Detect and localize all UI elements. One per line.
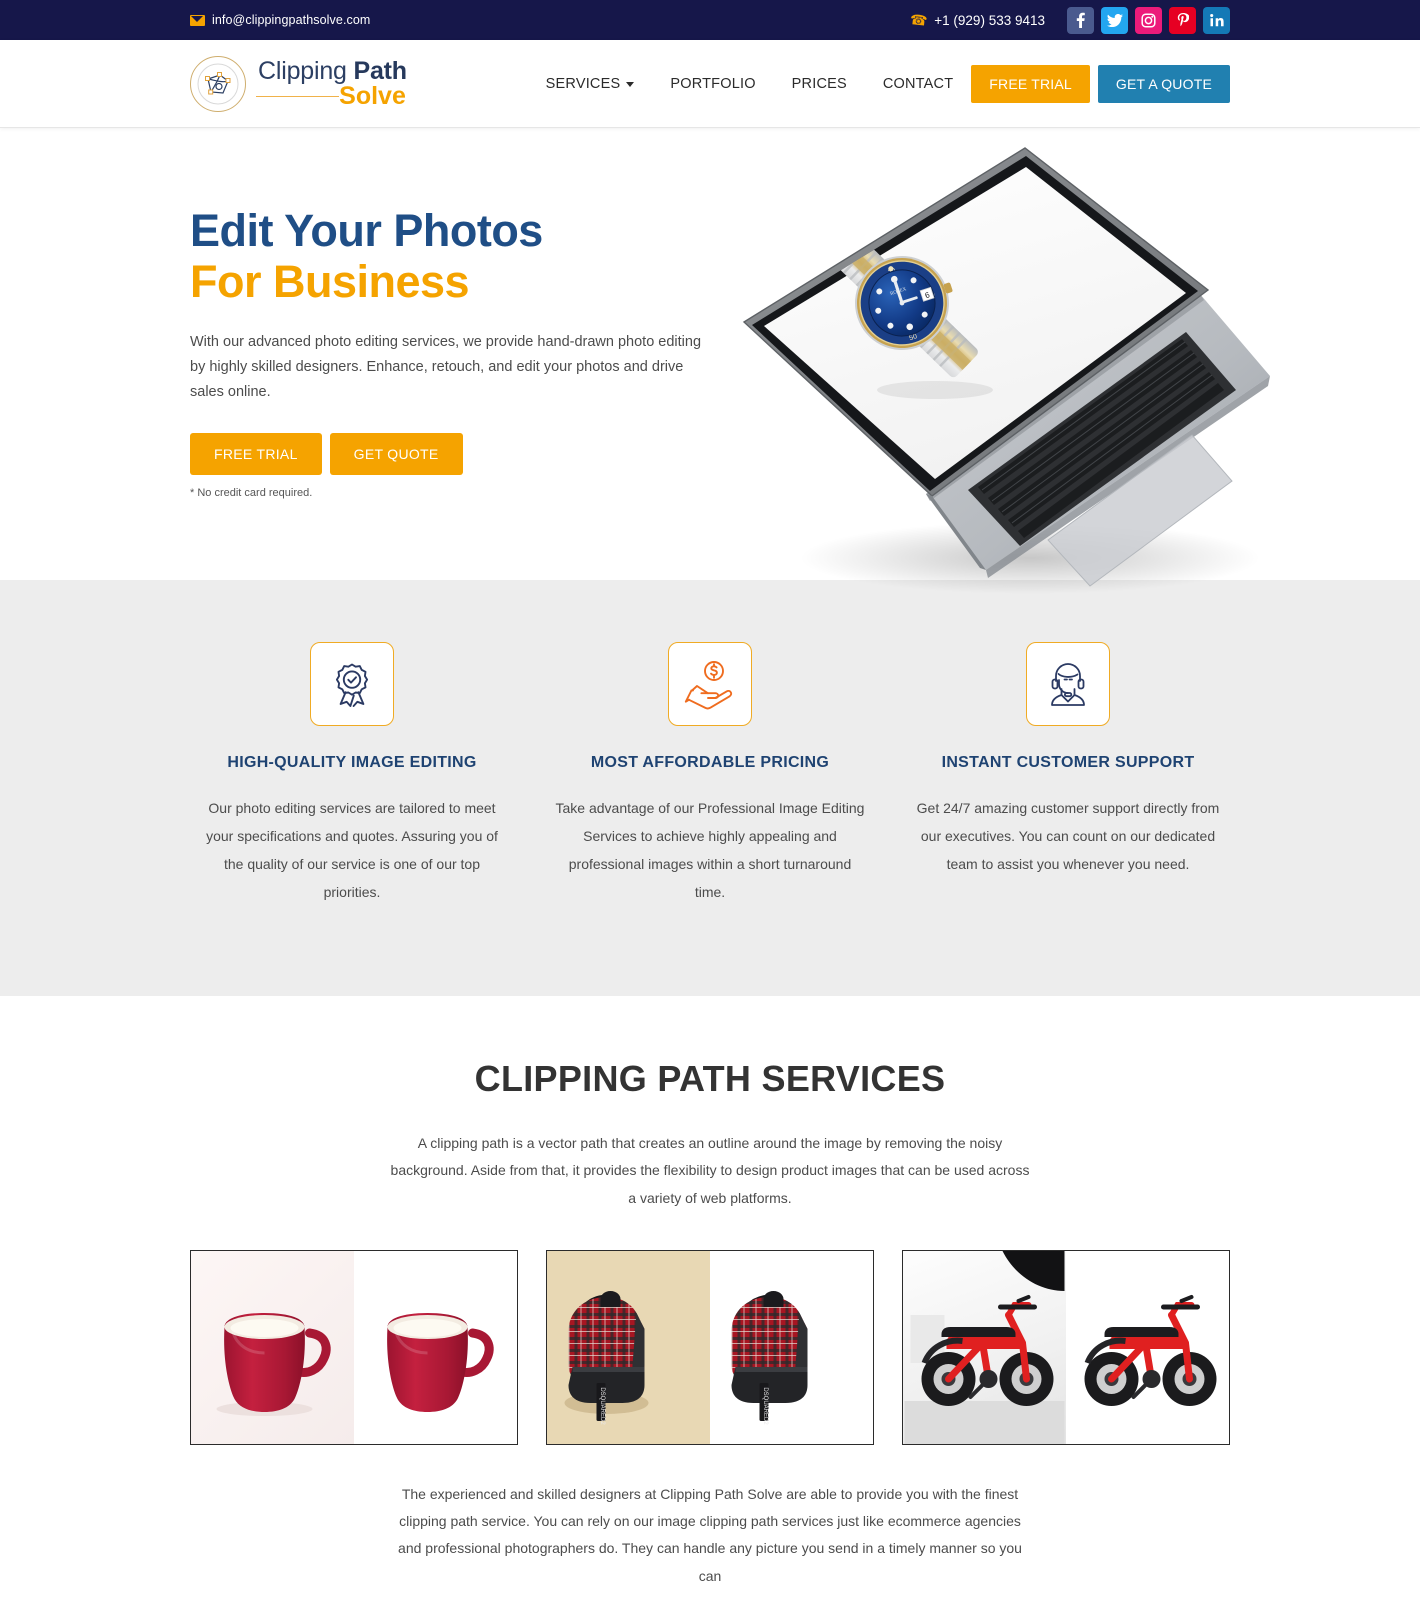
header-free-trial-button[interactable]: FREE TRIAL bbox=[971, 64, 1090, 103]
nav-label-contact: CONTACT bbox=[882, 75, 954, 92]
nav-label-prices: PRICES bbox=[791, 75, 847, 92]
facebook-icon[interactable] bbox=[1067, 6, 1094, 34]
red-ebike-before-image bbox=[903, 1250, 1066, 1444]
feature-text: Get 24/7 amazing customer support direct… bbox=[916, 800, 1220, 872]
hero-free-trial-button[interactable]: FREE TRIAL bbox=[190, 432, 322, 475]
red-ebike-after-image bbox=[1066, 1250, 1229, 1444]
red-mug-after-image bbox=[354, 1250, 517, 1444]
hero-cta-group: FREE TRIAL GET QUOTE bbox=[190, 432, 730, 475]
landing-page: info@clippingpathsolve.com ☎ +1 (929) 53… bbox=[0, 0, 1420, 1600]
headset-support-agent-icon bbox=[1026, 642, 1110, 726]
hero-heading-line2: For Business bbox=[190, 255, 470, 307]
hand-with-coin-icon bbox=[668, 642, 752, 726]
nav-item-prices[interactable]: PRICES bbox=[774, 66, 865, 102]
logo-line-2: Solve bbox=[256, 81, 407, 110]
hero-laptop-image: 20 30 50 10 bbox=[730, 138, 1290, 608]
hero-heading: Edit Your Photos For Business bbox=[190, 205, 730, 308]
top-contact-bar: info@clippingpathsolve.com ☎ +1 (929) 53… bbox=[0, 0, 1420, 40]
gallery-card-plaid-backpack[interactable]: DSQUARED2 DSQUARED2 bbox=[546, 1249, 874, 1445]
hero-section: Edit Your Photos For Business With our a… bbox=[0, 128, 1420, 594]
header-get-a-quote-button[interactable]: GET A QUOTE bbox=[1097, 64, 1230, 103]
social-links bbox=[1067, 6, 1230, 34]
pinterest-icon[interactable] bbox=[1169, 6, 1196, 34]
hero-paragraph: With our advanced photo editing services… bbox=[190, 333, 702, 400]
topbar-email-block[interactable]: info@clippingpathsolve.com bbox=[190, 13, 370, 27]
logo-rule bbox=[256, 95, 339, 97]
instagram-icon[interactable] bbox=[1135, 6, 1162, 34]
hero-copy: Edit Your Photos For Business With our a… bbox=[190, 128, 730, 499]
feature-title: HIGH-QUALITY IMAGE EDITING bbox=[227, 754, 477, 771]
hero-note: * No credit card required. bbox=[190, 486, 313, 499]
red-mug-before-image bbox=[191, 1250, 354, 1444]
nav-label-portfolio: PORTFOLIO bbox=[670, 75, 756, 92]
nav-label-services: SERVICES bbox=[545, 75, 621, 92]
feature-title: MOST AFFORDABLE PRICING bbox=[590, 754, 830, 771]
services-intro-paragraph: A clipping path is a vector path that cr… bbox=[390, 1135, 1030, 1206]
topbar-right-block: ☎ +1 (929) 533 9413 bbox=[909, 6, 1230, 34]
services-title: CLIPPING PATH SERVICES bbox=[474, 1058, 946, 1099]
main-navigation: SERVICES PORTFOLIO PRICES CONTACT FREE T… bbox=[528, 64, 1230, 103]
services-outro-paragraph: The experienced and skilled designers at… bbox=[398, 1485, 1022, 1584]
gallery-card-red-ebike[interactable] bbox=[902, 1249, 1230, 1445]
nav-item-portfolio[interactable]: PORTFOLIO bbox=[652, 66, 773, 102]
services-gallery: DSQUARED2 DSQUARED2 bbox=[190, 1249, 1230, 1445]
plaid-backpack-after-image: DSQUARED2 bbox=[710, 1250, 873, 1444]
gallery-card-red-mug[interactable] bbox=[190, 1249, 518, 1445]
feature-card-customer-support: INSTANT CUSTOMER SUPPORT Get 24/7 amazin… bbox=[906, 642, 1230, 906]
topbar-phone-text: +1 (929) 533 9413 bbox=[934, 12, 1045, 28]
nav-item-contact[interactable]: CONTACT bbox=[865, 66, 971, 102]
award-badge-icon bbox=[310, 642, 394, 726]
envelope-icon bbox=[190, 14, 205, 26]
feature-text: Our photo editing services are tailored … bbox=[206, 800, 498, 900]
logo-mark-icon bbox=[190, 55, 246, 112]
feature-text: Take advantage of our Professional Image… bbox=[555, 800, 865, 900]
feature-card-high-quality: HIGH-QUALITY IMAGE EDITING Our photo edi… bbox=[190, 642, 514, 906]
feature-card-affordable-pricing: MOST AFFORDABLE PRICING Take advantage o… bbox=[548, 642, 872, 906]
twitter-icon[interactable] bbox=[1101, 6, 1128, 34]
nav-item-services[interactable]: SERVICES bbox=[528, 66, 653, 102]
plaid-backpack-before-image: DSQUARED2 bbox=[547, 1250, 710, 1444]
topbar-phone-block[interactable]: ☎ +1 (929) 533 9413 bbox=[909, 11, 1045, 29]
site-header: Clipping Path Solve SERVICES PORTFOLIO P… bbox=[0, 40, 1420, 128]
clipping-path-services-section: CLIPPING PATH SERVICES A clipping path i… bbox=[0, 996, 1420, 1600]
linkedin-icon[interactable] bbox=[1203, 6, 1230, 34]
phone-icon: ☎ bbox=[909, 11, 929, 29]
chevron-down-icon bbox=[626, 82, 635, 87]
logo-wordmark: Clipping Path Solve bbox=[256, 58, 407, 110]
logo-word-solve: Solve bbox=[339, 81, 406, 110]
hero-heading-line1: Edit Your Photos bbox=[190, 205, 543, 256]
site-logo[interactable]: Clipping Path Solve bbox=[190, 55, 407, 112]
hero-get-quote-button[interactable]: GET QUOTE bbox=[329, 432, 463, 475]
features-section: HIGH-QUALITY IMAGE EDITING Our photo edi… bbox=[0, 580, 1420, 996]
feature-title: INSTANT CUSTOMER SUPPORT bbox=[941, 754, 1195, 771]
topbar-email-text: info@clippingpathsolve.com bbox=[212, 13, 371, 27]
